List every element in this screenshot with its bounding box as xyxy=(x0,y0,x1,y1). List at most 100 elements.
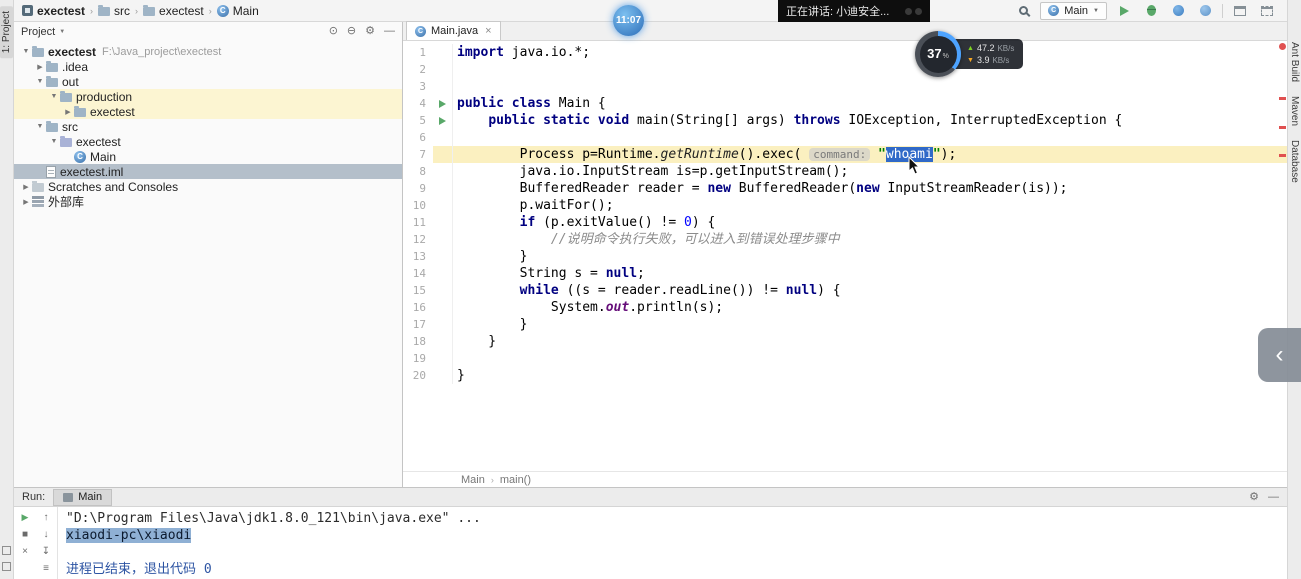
code-line-17[interactable]: 17 } xyxy=(403,316,1287,333)
terminal-stripe-icon[interactable] xyxy=(2,562,11,571)
download-arrow-icon: ▼ xyxy=(967,56,974,64)
tree-item-out[interactable]: ▼ out xyxy=(14,74,402,89)
run-stripe-icon[interactable] xyxy=(2,546,11,555)
breadcrumb-item-main[interactable]: Main xyxy=(215,4,261,18)
stop-button[interactable]: ■ xyxy=(17,527,33,542)
hide-run-panel-icon[interactable]: — xyxy=(1268,491,1279,503)
code-line-10[interactable]: 10 p.waitFor(); xyxy=(403,197,1287,214)
console-line[interactable] xyxy=(66,544,1279,561)
folder-icon xyxy=(143,5,156,16)
soft-wrap-button[interactable]: ≡ xyxy=(38,561,54,576)
code-line-11[interactable]: 11 if (p.exitValue() != 0) { xyxy=(403,214,1287,231)
tree-item-src[interactable]: ▼ src xyxy=(14,119,402,134)
code-line-9[interactable]: 9 BufferedReader reader = new BufferedRe… xyxy=(403,180,1287,197)
code-editor[interactable]: 1 import java.io.*; 2 3 4 public class Main {… xyxy=(403,41,1287,471)
tree-item-main[interactable]: Main xyxy=(14,149,402,164)
chevron-down-icon[interactable]: ▼ xyxy=(48,138,60,145)
console-line[interactable]: "D:\Program Files\Java\jdk1.8.0_121\bin\… xyxy=(66,510,1279,527)
console-output[interactable]: "D:\Program Files\Java\jdk1.8.0_121\bin\… xyxy=(58,507,1287,579)
tool-stripe-ant-build[interactable]: Ant Build xyxy=(1289,42,1300,82)
tree-item-scratches-and-consoles[interactable]: ▶ Scratches and Consoles xyxy=(14,179,402,194)
console-line[interactable]: 进程已结束，退出代码 0 xyxy=(66,561,1279,578)
breadcrumb-item-exectest[interactable]: exectest xyxy=(141,4,206,18)
inspections-indicator-icon[interactable] xyxy=(1279,43,1286,50)
scroll-to-end-button[interactable]: ↧ xyxy=(38,544,54,559)
breadcrumb-method[interactable]: main() xyxy=(500,474,531,486)
tree-item-exectest[interactable]: ▼ exectest F:\Java_project\exectest xyxy=(14,44,402,59)
code-line-20[interactable]: 20} xyxy=(403,367,1287,384)
breadcrumb-item-exectest[interactable]: exectest xyxy=(20,4,87,18)
chevron-right-icon[interactable]: ▶ xyxy=(62,108,74,116)
close-tab-icon[interactable]: × xyxy=(485,25,491,37)
run-tab-main[interactable]: Main xyxy=(53,488,113,506)
run-config-select[interactable]: Main ▼ xyxy=(1040,1,1107,20)
breadcrumb-class[interactable]: Main xyxy=(461,474,485,486)
code-token-pl: java.io.*; xyxy=(503,45,591,60)
run-line-icon[interactable] xyxy=(439,99,446,108)
code-line-13[interactable]: 13 } xyxy=(403,248,1287,265)
project-panel-title[interactable]: Project xyxy=(21,26,55,38)
run-button[interactable] xyxy=(1114,2,1134,20)
code-line-4[interactable]: 4 public class Main { xyxy=(403,95,1287,112)
tree-item-label: exectest xyxy=(76,134,121,149)
locate-file-icon[interactable]: ⊙ xyxy=(329,26,338,37)
chevron-down-icon[interactable]: ▼ xyxy=(34,78,46,85)
run-settings-gear-icon[interactable]: ⚙ xyxy=(1249,491,1259,503)
error-stripe-mark[interactable] xyxy=(1279,154,1286,157)
tree-item-exectest-iml[interactable]: exectest.iml xyxy=(14,164,402,179)
tree-item-exectest[interactable]: ▶ exectest xyxy=(14,104,402,119)
chevron-down-icon[interactable]: ▼ xyxy=(48,93,60,100)
editor-tab-main-java[interactable]: Main.java × xyxy=(406,21,501,40)
chevron-right-icon[interactable]: ▶ xyxy=(20,183,32,191)
error-stripe-mark[interactable] xyxy=(1279,97,1286,100)
tree-item-production[interactable]: ▼ production xyxy=(14,89,402,104)
project-stripe-button[interactable]: 1: Project xyxy=(0,6,13,59)
tool-stripe-maven[interactable]: Maven xyxy=(1289,96,1300,126)
coverage-button[interactable] xyxy=(1168,2,1188,20)
settings-gear-icon[interactable]: ⚙ xyxy=(365,26,375,37)
console-line[interactable]: xiaodi-pc\xiaodi xyxy=(66,527,1279,544)
code-line-5[interactable]: 5 public static void main(String[] args)… xyxy=(403,112,1287,129)
chevron-down-icon[interactable]: ▼ xyxy=(20,48,32,55)
code-line-14[interactable]: 14 String s = null; xyxy=(403,265,1287,282)
code-line-12[interactable]: 12 //说明命令执行失败，可以进入到错误处理步骤中 xyxy=(403,231,1287,248)
down-stack-button[interactable]: ↓ xyxy=(38,527,54,542)
code-line-16[interactable]: 16 System.out.println(s); xyxy=(403,299,1287,316)
code-token-kw: new xyxy=(856,181,888,196)
code-line-7[interactable]: 7 Process p=Runtime.getRuntime().exec( c… xyxy=(403,146,1287,163)
code-line-18[interactable]: 18 } xyxy=(403,333,1287,350)
overlay-collapse-chevron[interactable]: ‹ xyxy=(1258,328,1301,382)
performance-overlay: 37% ▲ 47.2 KB/s ▼ 3.9 KB/s xyxy=(915,31,1024,77)
chevron-right-icon[interactable]: ▶ xyxy=(20,198,32,206)
code-line-8[interactable]: 8 java.io.InputStream is=p.getInputStrea… xyxy=(403,163,1287,180)
tree-item-exectest[interactable]: ▼ exectest xyxy=(14,134,402,149)
breadcrumb-label: exectest xyxy=(37,3,86,18)
profiler-button[interactable] xyxy=(1195,2,1215,20)
error-stripe-mark[interactable] xyxy=(1279,126,1286,129)
collapse-all-icon[interactable]: ⊖ xyxy=(347,26,356,37)
rerun-button[interactable]: ▶ xyxy=(17,510,33,525)
code-line-15[interactable]: 15 while ((s = reader.readLine()) != nul… xyxy=(403,282,1287,299)
code-token-str: " xyxy=(932,147,941,162)
run-line-icon[interactable] xyxy=(439,116,446,125)
code-line-3[interactable]: 3 xyxy=(403,78,1287,95)
tree-item-item[interactable]: ▶ 外部库 xyxy=(14,194,402,209)
tree-item-idea[interactable]: ▶ .idea xyxy=(14,59,402,74)
chevron-right-icon[interactable]: ▶ xyxy=(34,63,46,71)
hide-panel-icon[interactable]: — xyxy=(384,26,395,37)
code-text: import java.io.*; xyxy=(453,44,1287,61)
code-line-2[interactable]: 2 xyxy=(403,61,1287,78)
restore-layout-button[interactable] xyxy=(1257,2,1277,20)
tool-stripe-database[interactable]: Database xyxy=(1289,140,1300,183)
breadcrumb-item-src[interactable]: src xyxy=(96,4,132,18)
chevron-down-icon[interactable]: ▼ xyxy=(34,123,46,130)
code-line-6[interactable]: 6 xyxy=(403,129,1287,146)
line-number: 1 xyxy=(419,46,426,59)
up-stack-button[interactable]: ↑ xyxy=(38,510,54,525)
tool-windows-button[interactable] xyxy=(1230,2,1250,20)
code-line-19[interactable]: 19 xyxy=(403,350,1287,367)
debug-button[interactable] xyxy=(1141,2,1161,20)
code-line-1[interactable]: 1 import java.io.*; xyxy=(403,44,1287,61)
search-button[interactable] xyxy=(1013,2,1033,20)
close-console-button[interactable]: × xyxy=(17,544,33,559)
